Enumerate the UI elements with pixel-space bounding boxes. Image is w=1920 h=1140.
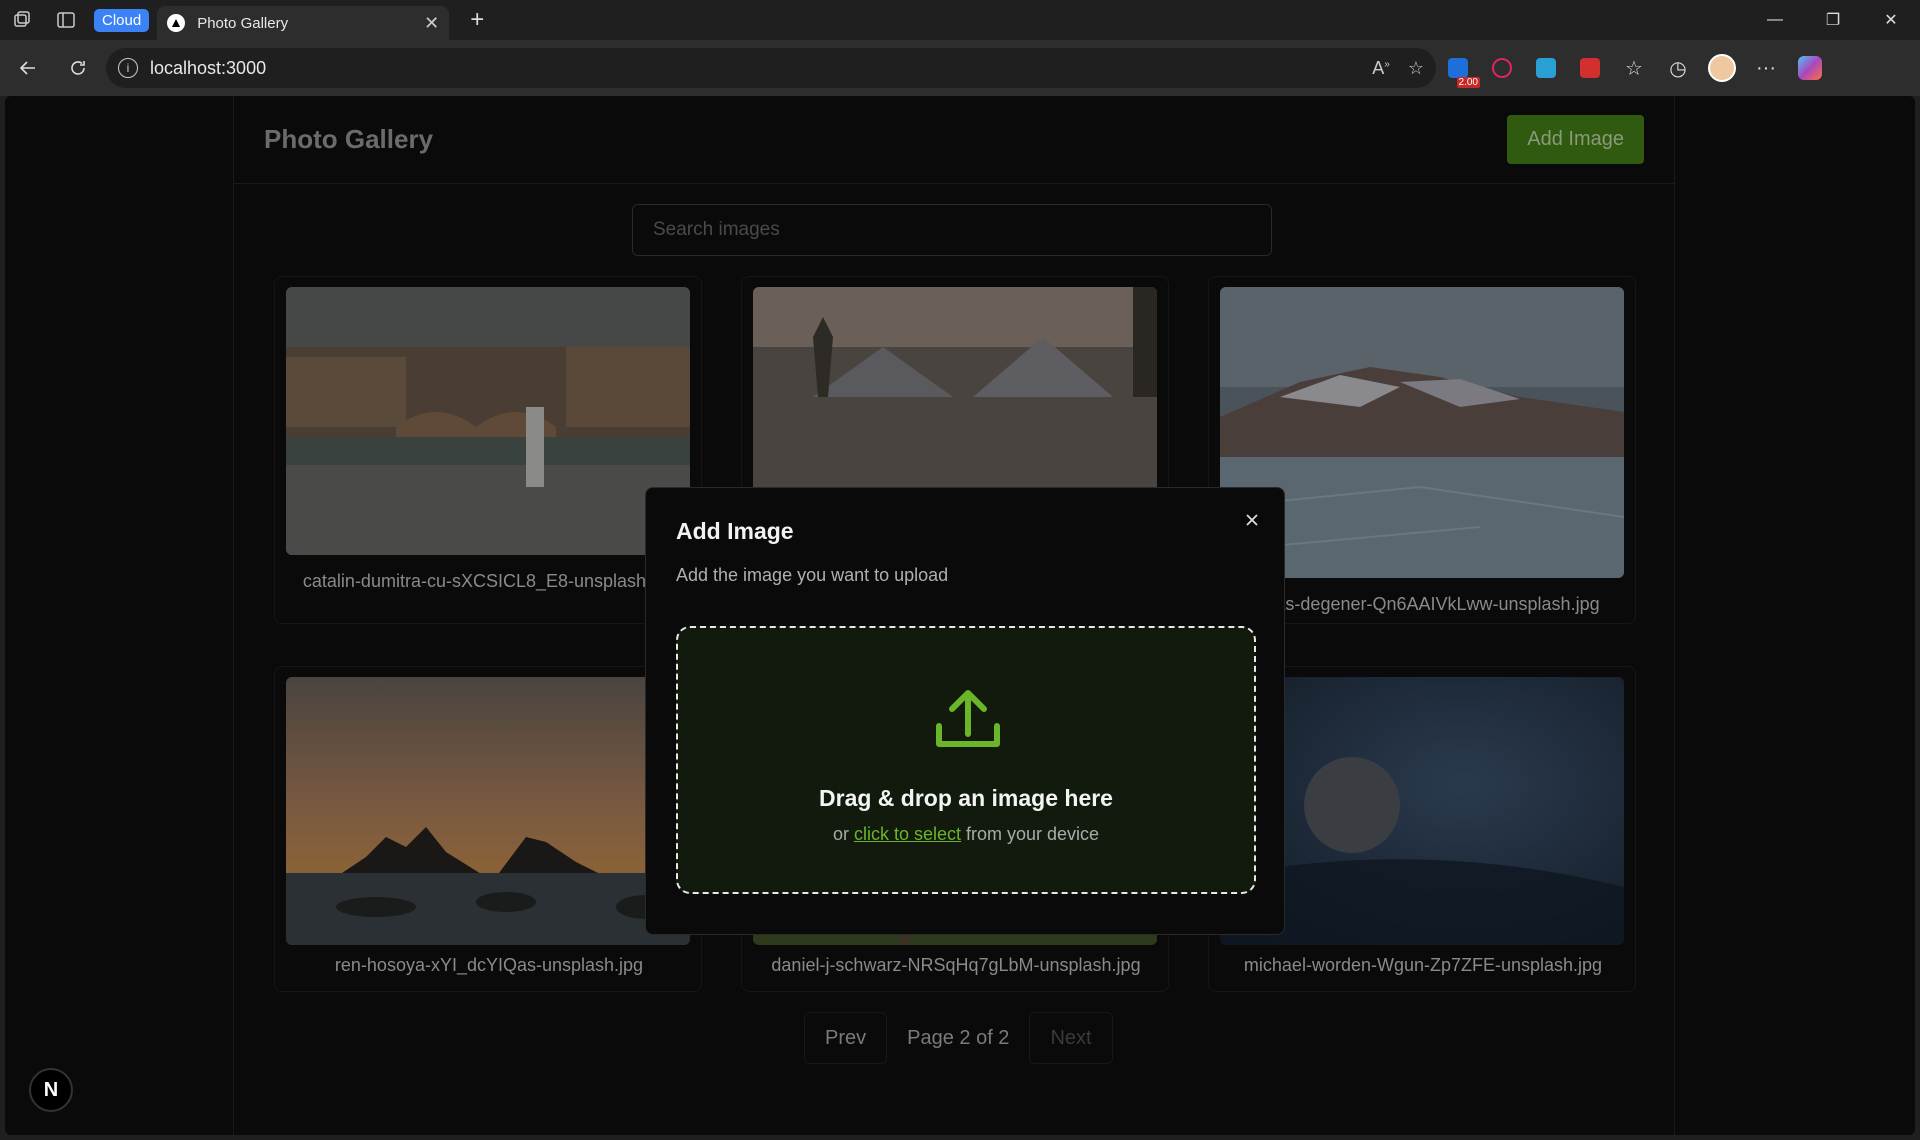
refresh-icon[interactable] [56, 46, 100, 90]
copilot-icon[interactable] [1788, 46, 1832, 90]
favorite-star-icon[interactable]: ☆ [1408, 58, 1424, 79]
gallery-card[interactable]: ren-hosoya-xYI_dcYIQas-unsplash.jpg [274, 666, 702, 992]
gallery-caption: catalin-dumitra-cu-sXCSICL8_E8-unsplash.… [302, 571, 676, 591]
window-close-icon[interactable]: ✕ [1862, 0, 1920, 40]
browser-toolbar: i localhost:3000 A» ☆ 2.00 ☆ ◷ ··· [0, 40, 1920, 96]
pagination: Prev Page 2 of 2 Next [804, 1012, 1113, 1064]
gallery-caption: michael-worden-Wgun-Zp7ZFE-unsplash.jpg [1243, 955, 1603, 975]
browser-tab-bar: Cloud Photo Gallery ✕ + — ❐ ✕ [0, 0, 1920, 40]
add-image-button[interactable]: Add Image [1507, 115, 1644, 164]
nextjs-dev-badge[interactable]: N [29, 1068, 73, 1112]
workspaces-icon[interactable] [0, 0, 44, 40]
tab-close-icon[interactable]: ✕ [424, 13, 439, 34]
tab-photo-gallery[interactable]: Photo Gallery ✕ [157, 6, 450, 40]
page-title: Photo Gallery [264, 124, 434, 154]
click-to-select-link[interactable]: click to select [854, 824, 961, 844]
page-indicator: Page 2 of 2 [907, 1026, 1010, 1049]
modal-title: Add Image [676, 518, 794, 544]
dropzone-subtitle: or click to select from your device [678, 824, 1254, 845]
address-bar[interactable]: i localhost:3000 A» ☆ [106, 48, 1436, 88]
extension-speed-icon[interactable]: 2.00 [1436, 46, 1480, 90]
modal-close-icon[interactable] [1240, 508, 1264, 532]
gallery-card[interactable]: catalin-dumitra-cu-sXCSICL8_E8-unsplash.… [274, 276, 702, 624]
gallery-image[interactable] [286, 287, 690, 555]
extension-bookmark-icon[interactable] [1568, 46, 1612, 90]
more-options-icon[interactable]: ··· [1744, 46, 1788, 90]
gallery-caption: ren-hosoya-xYI_dcYIQas-unsplash.jpg [334, 955, 644, 975]
dropzone-title: Drag & drop an image here [819, 785, 1113, 811]
history-icon[interactable]: ◷ [1656, 46, 1700, 90]
gallery-caption: daniel-j-schwarz-NRSqHq7gLbM-unsplash.jp… [771, 955, 1141, 975]
gallery-image[interactable] [286, 677, 690, 945]
modal-subtitle: Add the image you want to upload [676, 565, 949, 585]
extension-badge: 2.00 [1456, 77, 1480, 88]
image-dropzone[interactable]: Drag & drop an image here or click to se… [676, 626, 1256, 894]
restore-icon[interactable]: ❐ [1804, 0, 1862, 40]
dropzone-prefix: or [832, 824, 854, 844]
favorites-icon[interactable]: ☆ [1612, 46, 1656, 90]
read-aloud-icon[interactable]: A» [1372, 58, 1390, 79]
window-controls: — ❐ ✕ [1746, 0, 1920, 40]
search-input[interactable]: Search images [632, 204, 1272, 256]
minimize-icon[interactable]: — [1746, 0, 1804, 40]
site-info-icon[interactable]: i [118, 58, 138, 78]
dropzone-suffix: from your device [961, 824, 1100, 844]
next-page-button[interactable]: Next [1029, 1012, 1113, 1064]
cloud-badge[interactable]: Cloud [94, 8, 150, 32]
page-viewport: Photo Gallery Add Image Search images ca… [5, 96, 1915, 1135]
back-arrow-icon[interactable] [6, 46, 50, 90]
extension-record-icon[interactable] [1480, 46, 1524, 90]
page-header: Photo Gallery Add Image [234, 96, 1674, 184]
add-image-modal: Add Image Add the image you want to uplo… [645, 487, 1285, 935]
extension-cube-icon[interactable] [1524, 46, 1568, 90]
address-url: localhost:3000 [150, 57, 267, 78]
tab-title: Photo Gallery [197, 14, 289, 32]
upload-icon [933, 688, 1003, 757]
vercel-triangle-icon [167, 14, 186, 32]
vertical-tabs-icon[interactable] [44, 0, 88, 40]
profile-avatar[interactable] [1700, 46, 1744, 90]
prev-page-button[interactable]: Prev [804, 1012, 888, 1064]
new-tab-button[interactable]: + [457, 0, 497, 40]
